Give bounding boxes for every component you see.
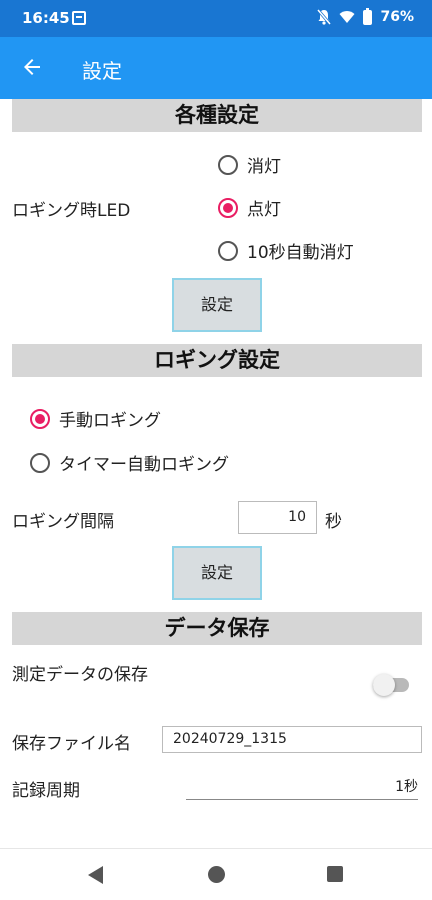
- save-data-switch[interactable]: [373, 674, 409, 696]
- save-data-label: 測定データの保存: [12, 665, 148, 685]
- radio-label: 消灯: [247, 157, 281, 177]
- battery-icon: [363, 7, 373, 25]
- radio-led-on[interactable]: 点灯: [218, 195, 281, 220]
- arrow-back-icon[interactable]: [20, 55, 44, 79]
- radio-timer-logging[interactable]: タイマー自動ロギング: [30, 450, 229, 475]
- section-header-data: データ保存: [12, 612, 422, 645]
- radio-label: 点灯: [247, 200, 281, 220]
- led-label: ロギング時LED: [12, 201, 131, 221]
- radio-led-off[interactable]: 消灯: [218, 152, 281, 177]
- notification-icon: [72, 11, 86, 25]
- status-bar: 16:45 76%: [0, 0, 432, 37]
- record-period-select[interactable]: 1秒: [186, 776, 418, 800]
- battery-level: 76%: [380, 9, 414, 25]
- record-period-label: 記録周期: [12, 781, 80, 801]
- filename-label: 保存ファイル名: [12, 734, 131, 754]
- radio-label: 手動ロギング: [59, 411, 161, 431]
- led-set-button[interactable]: 設定: [172, 278, 262, 332]
- system-nav-bar: [0, 848, 432, 900]
- status-time: 16:45: [22, 9, 70, 27]
- nav-recents-icon[interactable]: [327, 866, 343, 882]
- radio-manual-logging[interactable]: 手動ロギング: [30, 406, 161, 431]
- wifi-icon: [339, 11, 355, 23]
- interval-label: ロギング間隔: [12, 512, 114, 532]
- nav-back-icon[interactable]: [88, 866, 103, 884]
- radio-button-selected[interactable]: [218, 197, 238, 218]
- radio-button[interactable]: [218, 240, 238, 261]
- bell-off-icon: [317, 9, 332, 25]
- interval-unit: 秒: [325, 512, 342, 532]
- radio-button[interactable]: [30, 452, 50, 473]
- section-header-logging: ロギング設定: [12, 344, 422, 377]
- page-title: 設定: [82, 59, 122, 83]
- logging-set-button[interactable]: 設定: [172, 546, 262, 600]
- interval-input[interactable]: 10: [238, 501, 317, 534]
- section-header-general: 各種設定: [12, 99, 422, 132]
- status-icons: 76%: [317, 7, 414, 25]
- radio-led-auto-off[interactable]: 10秒自動消灯: [218, 238, 354, 263]
- radio-label: 10秒自動消灯: [247, 243, 354, 263]
- radio-label: タイマー自動ロギング: [59, 455, 229, 475]
- app-bar: 設定: [0, 37, 432, 99]
- radio-button[interactable]: [218, 154, 238, 175]
- nav-home-icon[interactable]: [208, 866, 225, 883]
- radio-button-selected[interactable]: [30, 408, 50, 429]
- filename-input[interactable]: 20240729_1315: [162, 726, 422, 753]
- switch-thumb: [373, 674, 395, 696]
